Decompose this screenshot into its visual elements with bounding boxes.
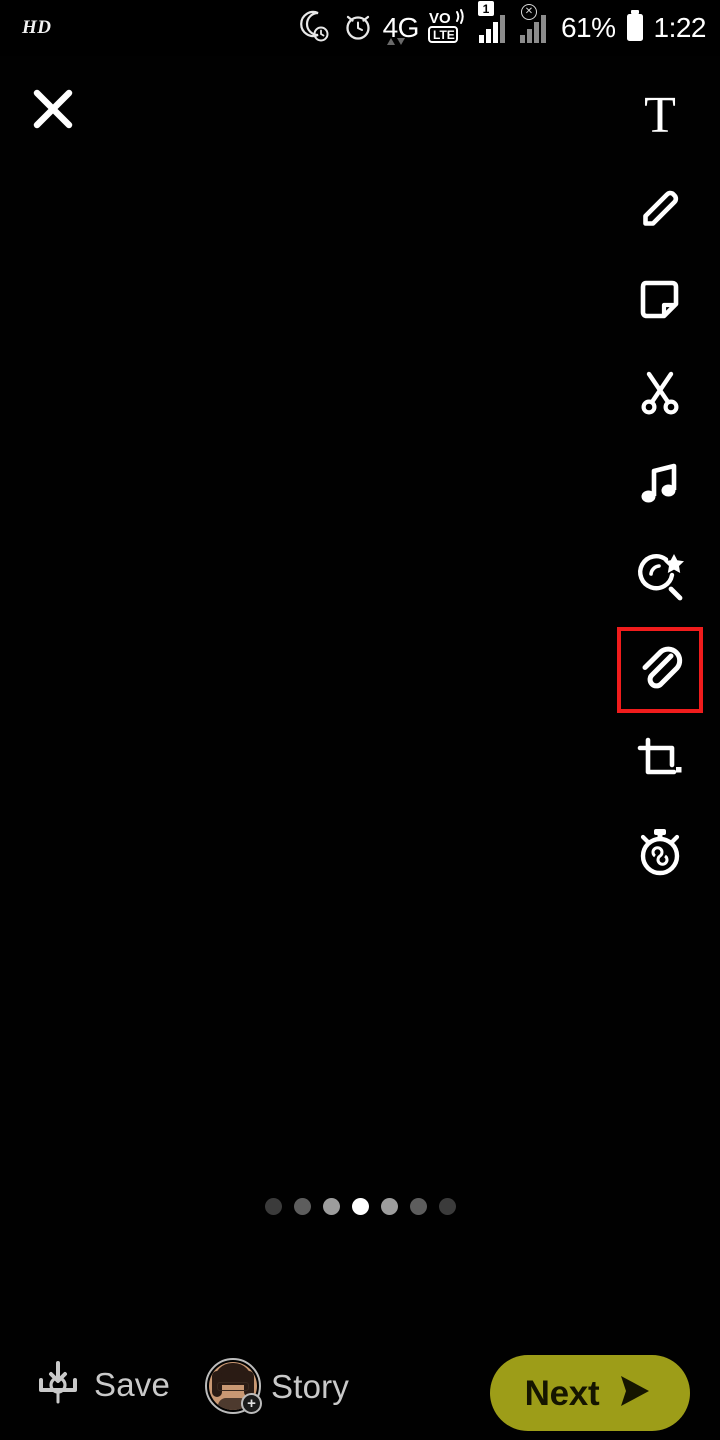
timer-loop-icon	[633, 825, 687, 884]
hd-label: HD	[22, 17, 52, 38]
volte-top-text: VO	[429, 10, 451, 27]
scissors-icon	[634, 366, 686, 423]
sim-badge: 1	[477, 1, 494, 16]
story-button[interactable]: + Story	[205, 1358, 349, 1414]
story-label: Story	[271, 1367, 350, 1405]
avatar-add-icon: +	[241, 1393, 262, 1414]
carousel-dot[interactable]	[322, 1198, 340, 1215]
crop-icon	[634, 734, 686, 791]
close-icon	[30, 86, 76, 137]
signal-sim2-no-service-icon: ✕	[519, 4, 552, 43]
pencil-icon	[632, 180, 688, 241]
text-icon: T	[644, 87, 676, 144]
send-arrow-icon	[613, 1370, 655, 1417]
clock-label: 1:22	[653, 12, 707, 43]
battery-percent-label: 61%	[560, 12, 616, 43]
4g-icon: 4G	[383, 14, 419, 45]
snapchat-editor-screen: HD 4G VO LTE 1 ✕ 61% 1:22 T Save + Story…	[0, 0, 720, 1440]
signal-sim1-icon: 1	[477, 1, 511, 43]
carousel-dot[interactable]	[380, 1198, 398, 1215]
scan-tool-button[interactable]	[614, 532, 706, 624]
timer-tool-button[interactable]	[614, 808, 706, 900]
scissors-tool-button[interactable]	[614, 348, 706, 440]
avatar: +	[205, 1358, 262, 1414]
draw-tool-button[interactable]	[614, 164, 706, 256]
close-button[interactable]	[24, 82, 82, 140]
carousel-dot[interactable]	[264, 1198, 282, 1215]
scan-star-icon	[632, 548, 688, 609]
save-label: Save	[94, 1366, 171, 1403]
text-tool-button[interactable]: T	[614, 72, 706, 164]
music-tool-button[interactable]	[614, 440, 706, 532]
crop-tool-button[interactable]	[614, 716, 706, 808]
save-download-icon	[34, 1358, 82, 1411]
save-button[interactable]: Save	[34, 1358, 170, 1411]
carousel-page-indicator	[0, 1198, 720, 1215]
sticker-icon	[634, 274, 686, 331]
battery-icon	[625, 9, 645, 47]
carousel-dot[interactable]	[409, 1198, 427, 1215]
next-button[interactable]: Next	[490, 1355, 690, 1431]
music-note-icon	[636, 458, 684, 515]
carousel-dot[interactable]	[438, 1198, 456, 1215]
alarm-icon	[342, 10, 374, 47]
status-bar-icons: 4G VO LTE 1 ✕ 61% 1:22	[299, 1, 707, 49]
no-service-badge: ✕	[520, 4, 537, 20]
do-not-disturb-icon	[299, 10, 333, 47]
sticker-tool-button[interactable]	[614, 256, 706, 348]
carousel-dot[interactable]	[293, 1198, 311, 1215]
volte-icon: VO LTE	[427, 8, 470, 49]
editor-tool-rail: T	[614, 72, 706, 900]
avatar-glasses	[217, 1382, 249, 1391]
carousel-dot-active[interactable]	[351, 1198, 369, 1215]
volte-bottom-text: LTE	[433, 28, 455, 42]
paperclip-icon	[633, 641, 687, 700]
next-label: Next	[524, 1373, 600, 1413]
status-bar: HD 4G VO LTE 1 ✕ 61% 1:22	[0, 0, 720, 56]
attach-link-tool-button[interactable]	[614, 624, 706, 716]
